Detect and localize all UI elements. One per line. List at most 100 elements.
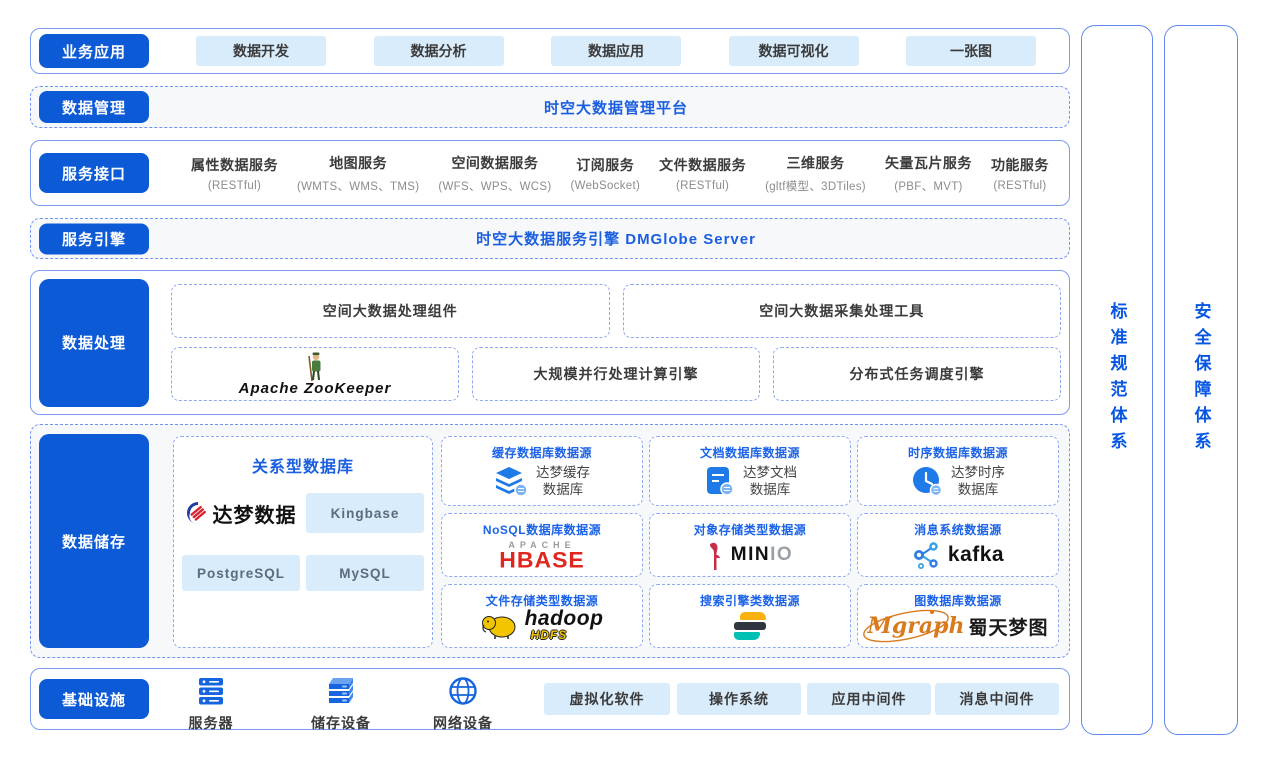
elastic-bar-top (740, 612, 766, 620)
server-group: 服务器 (166, 676, 256, 733)
processing-row-1: 空间大数据处理组件 空间大数据采集处理工具 (171, 284, 1061, 338)
document-db-header: 文档数据库数据源 (700, 444, 800, 461)
timeseries-db-line2: 数据库 (951, 481, 1005, 498)
timeseries-db-body: 达梦时序 数据库 (858, 461, 1058, 505)
message-system-tile: 消息系统数据源 kafka (857, 513, 1059, 577)
data-storage-label: 数据储存 (39, 434, 149, 648)
data-processing-label: 数据处理 (39, 279, 149, 407)
service-item: 空间数据服务 (WFS、WPS、WCS) (438, 153, 551, 194)
minio-text: MINIO (731, 544, 793, 566)
zookeeper-box: Apache ZooKeeper (171, 347, 459, 401)
cache-db-tile: 缓存数据库数据源 达梦缓存 数据库 (441, 436, 643, 506)
document-db-line1: 达梦文档 (743, 464, 797, 481)
graph-db-tile: 图数据库数据源 Mgraph 蜀天梦图 (857, 584, 1059, 648)
service-protocol: (RESTful) (191, 180, 278, 192)
cache-db-line1: 达梦缓存 (536, 464, 590, 481)
service-item: 文件数据服务 (RESTful) (659, 155, 746, 192)
postgresql-tile: PostgreSQL (182, 555, 300, 591)
standards-system-text: 标准规范体系 (1105, 302, 1130, 458)
cache-db-header: 缓存数据库数据源 (492, 444, 592, 461)
processing-row-2: Apache ZooKeeper 大规模并行处理计算引擎 分布式任务调度引擎 (171, 347, 1061, 401)
nosql-db-header: NoSQL数据库数据源 (483, 521, 601, 538)
dameng-swirl-icon (186, 501, 210, 525)
clock-database-icon (911, 465, 943, 497)
data-source-grid: 缓存数据库数据源 达梦缓存 数据库 (441, 436, 1059, 648)
business-item: 一张图 (906, 36, 1036, 66)
section-service-engine: 服务引擎 时空大数据服务引擎 DMGlobe Server (30, 218, 1070, 259)
processing-components-box: 空间大数据处理组件 (171, 284, 610, 338)
object-storage-tile: 对象存储类型数据源 MINIO (649, 513, 851, 577)
relational-db-title: 关系型数据库 (174, 453, 432, 477)
section-data-processing: 数据处理 空间大数据处理组件 空间大数据采集处理工具 (30, 270, 1070, 415)
security-system-text: 安全保障体系 (1189, 302, 1214, 458)
zookeeper-logo: Apache ZooKeeper (239, 352, 392, 397)
service-item: 矢量瓦片服务 (PBF、MVT) (885, 153, 972, 194)
storage-device-group: 储存设备 (296, 676, 386, 733)
service-name: 订阅服务 (571, 155, 641, 175)
data-management-label: 数据管理 (39, 91, 149, 123)
dameng-logo: 达梦数据 (182, 493, 300, 533)
hbase-logo: APACHE HBASE (442, 538, 642, 576)
virtualization-chip: 虚拟化软件 (544, 683, 670, 715)
architecture-diagram: 业务应用 数据开发 数据分析 数据应用 数据可视化 一张图 数据管理 时空大数据… (0, 0, 1265, 762)
data-processing-content: 空间大数据处理组件 空间大数据采集处理工具 Apache Z (171, 271, 1061, 414)
service-item: 功能服务 (RESTful) (991, 155, 1049, 192)
data-management-platform-title: 时空大数据管理平台 (171, 87, 1061, 127)
service-protocol: (RESTful) (991, 180, 1049, 192)
document-database-icon (703, 465, 735, 497)
service-protocol: (gltf模型、3DTiles) (765, 178, 866, 194)
elastic-bar-middle (734, 622, 766, 630)
zookeeper-label: Apache ZooKeeper (239, 380, 392, 397)
hadoop-logo: hadoop HDFS (442, 609, 642, 647)
service-name: 文件数据服务 (659, 155, 746, 175)
document-db-tile: 文档数据库数据源 达梦文档 数据库 (649, 436, 851, 506)
document-db-line2: 数据库 (743, 481, 797, 498)
mgraph-wrap: Mgraph 蜀天梦图 (868, 613, 1049, 640)
business-items: 数据开发 数据分析 数据应用 数据可视化 一张图 (171, 29, 1061, 73)
service-engine-title: 时空大数据服务引擎 DMGlobe Server (171, 219, 1061, 258)
hadoop-text: hadoop (525, 610, 604, 628)
infrastructure-label: 基础设施 (39, 679, 149, 719)
relational-db-box: 关系型数据库 达梦数据 Kingbase PostgreSQL MyS (173, 436, 433, 648)
service-protocol: (WMTS、WMS、TMS) (297, 178, 419, 194)
section-data-management: 数据管理 时空大数据管理平台 (30, 86, 1070, 128)
hadoop-elephant-icon (481, 612, 517, 640)
server-label: 服务器 (166, 713, 256, 733)
service-interface-label: 服务接口 (39, 153, 149, 193)
timeseries-db-header: 时序数据库数据源 (908, 444, 1008, 461)
service-protocol: (WebSocket) (571, 180, 641, 192)
kafka-network-icon (912, 540, 940, 570)
network-device-group: 网络设备 (418, 676, 508, 733)
scheduler-engine-box: 分布式任务调度引擎 (773, 347, 1061, 401)
message-middleware-chip: 消息中间件 (935, 683, 1059, 715)
nosql-db-tile: NoSQL数据库数据源 APACHE HBASE (441, 513, 643, 577)
server-icon (196, 676, 226, 706)
parallel-engine-box: 大规模并行处理计算引擎 (472, 347, 760, 401)
timeseries-db-text: 达梦时序 数据库 (951, 464, 1005, 498)
cache-db-body: 达梦缓存 数据库 (442, 461, 642, 505)
relational-db-grid: 达梦数据 Kingbase PostgreSQL MySQL (174, 493, 432, 591)
section-data-storage: 数据储存 关系型数据库 达梦数据 Kingbase (30, 424, 1070, 658)
kafka-logo: kafka (858, 538, 1058, 576)
search-engine-tile: 搜索引擎类数据源 (649, 584, 851, 648)
service-name: 空间数据服务 (438, 153, 551, 173)
section-infrastructure: 基础设施 服务器 储存设备 (30, 668, 1070, 730)
service-name: 属性数据服务 (191, 155, 278, 175)
document-db-text: 达梦文档 数据库 (743, 464, 797, 498)
message-system-header: 消息系统数据源 (914, 521, 1002, 538)
service-protocol: (RESTful) (659, 180, 746, 192)
zookeeper-figure-icon (302, 352, 328, 382)
search-engine-header: 搜索引擎类数据源 (700, 592, 800, 609)
elastic-logo (650, 609, 850, 647)
minio-text-solid: MIN (731, 544, 770, 565)
minio-flamingo-icon (707, 540, 723, 570)
network-globe-icon (448, 676, 478, 706)
service-protocol: (WFS、WPS、WCS) (438, 178, 551, 194)
standards-system-bar: 标准规范体系 (1081, 25, 1153, 735)
section-service-interface: 服务接口 属性数据服务 (RESTful) 地图服务 (WMTS、WMS、TMS… (30, 140, 1070, 206)
app-middleware-chip: 应用中间件 (807, 683, 931, 715)
service-item: 属性数据服务 (RESTful) (191, 155, 278, 192)
service-engine-label: 服务引擎 (39, 223, 149, 254)
object-storage-header: 对象存储类型数据源 (694, 521, 807, 538)
mysql-tile: MySQL (306, 555, 424, 591)
